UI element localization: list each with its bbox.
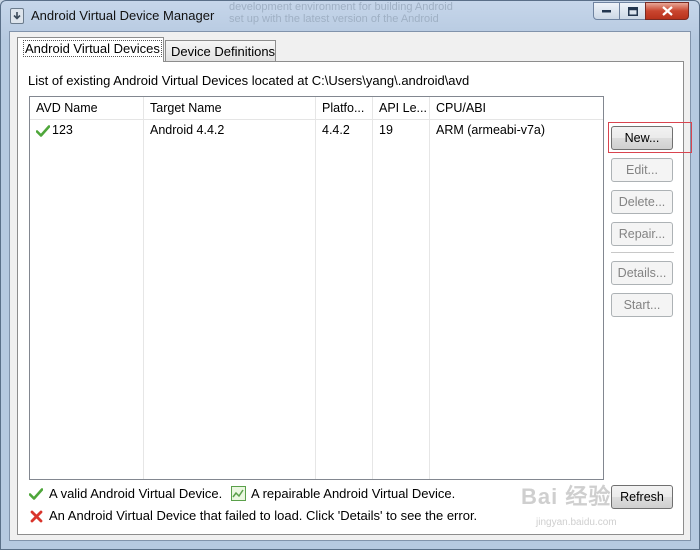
- maximize-icon: [627, 6, 638, 16]
- cell-api-level: 19: [379, 123, 393, 137]
- cell-avd-name: 123: [52, 123, 73, 137]
- cell-platform: 4.4.2: [322, 123, 350, 137]
- title-bar[interactable]: Android Virtual Device Manager developme…: [1, 1, 699, 31]
- watermark-url: jingyan.baidu.com: [536, 517, 617, 528]
- repairable-icon: [231, 486, 246, 501]
- close-icon: [661, 6, 673, 16]
- cell-target-name: Android 4.4.2: [150, 123, 225, 137]
- failed-x-icon: [30, 510, 43, 523]
- list-description: List of existing Android Virtual Devices…: [28, 73, 470, 88]
- edit-button[interactable]: Edit...: [611, 158, 673, 182]
- window-title: Android Virtual Device Manager: [31, 8, 215, 23]
- column-header-platform[interactable]: Platfo...: [316, 97, 372, 119]
- avd-table[interactable]: AVD Name Target Name Platfo... API Le...…: [29, 96, 604, 480]
- baidu-watermark: Bai 经验: [521, 484, 612, 509]
- button-separator: [611, 252, 674, 253]
- tab-android-virtual-devices[interactable]: Android Virtual Devices: [17, 37, 164, 62]
- tab-device-definitions[interactable]: Device Definitions: [165, 40, 276, 61]
- valid-check-icon: [36, 125, 50, 137]
- client-area: Android Virtual Devices Device Definitio…: [9, 31, 692, 541]
- details-button[interactable]: Details...: [611, 261, 673, 285]
- delete-button[interactable]: Delete...: [611, 190, 673, 214]
- avd-manager-window: Android Virtual Device Manager developme…: [0, 0, 700, 550]
- column-header-api-level[interactable]: API Le...: [373, 97, 429, 119]
- column-header-cpu-abi[interactable]: CPU/ABI: [430, 97, 602, 119]
- new-button[interactable]: New...: [611, 126, 673, 150]
- cell-cpu-abi: ARM (armeabi-v7a): [436, 123, 546, 137]
- valid-check-icon: [29, 488, 43, 500]
- app-icon: [10, 8, 24, 24]
- legend-repairable: A repairable Android Virtual Device.: [251, 486, 456, 501]
- start-button[interactable]: Start...: [611, 293, 673, 317]
- column-header-target-name[interactable]: Target Name: [144, 97, 315, 119]
- avd-panel: List of existing Android Virtual Devices…: [17, 61, 692, 535]
- column-header-avd-name[interactable]: AVD Name: [30, 97, 143, 119]
- background-window-text: development environment for building And…: [229, 1, 453, 25]
- minimize-icon: [602, 10, 611, 13]
- refresh-button[interactable]: Refresh: [611, 485, 673, 509]
- minimize-button[interactable]: [593, 2, 620, 20]
- close-button[interactable]: [645, 2, 689, 20]
- repair-button[interactable]: Repair...: [611, 222, 673, 246]
- legend-failed: An Android Virtual Device that failed to…: [49, 508, 478, 523]
- maximize-button[interactable]: [619, 2, 646, 20]
- legend-valid: A valid Android Virtual Device.: [49, 486, 223, 501]
